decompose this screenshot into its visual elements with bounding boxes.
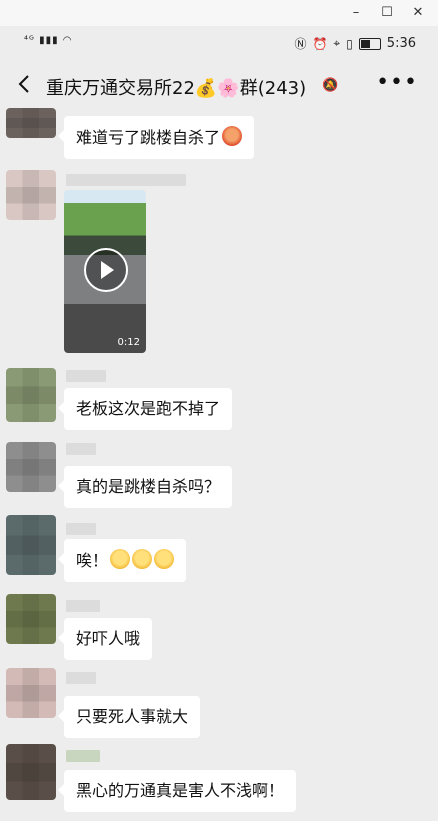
vibrate-icon: ▯ xyxy=(346,36,353,51)
message-bubble[interactable]: 老板这次是跑不掉了 xyxy=(57,388,233,430)
signal-icon: ⁴ᴳ ▮▮▮ ◠ xyxy=(24,35,73,46)
minimize-button[interactable]: – xyxy=(346,3,366,23)
video-duration: 0:12 xyxy=(117,337,140,348)
angry-face-icon xyxy=(132,549,153,569)
more-icon[interactable]: ••• xyxy=(376,70,418,95)
battery-icon xyxy=(358,37,381,50)
message-bubble[interactable]: 黑心的万通真是害人不浅啊！ xyxy=(57,770,297,812)
sender-name xyxy=(66,672,96,684)
window-titlebar: – ☐ ✕ xyxy=(0,0,438,26)
sender-name xyxy=(66,370,106,382)
angry-face-icon xyxy=(154,549,175,569)
message-bubble[interactable]: 真的是跳楼自杀吗？ xyxy=(57,466,233,508)
clock: 5:36 xyxy=(386,36,416,51)
angry-face-icon xyxy=(110,549,131,569)
sender-name xyxy=(66,600,100,612)
avatar[interactable] xyxy=(6,668,56,718)
sender-name xyxy=(66,523,96,535)
chevron-left-icon[interactable] xyxy=(14,73,36,95)
avatar[interactable] xyxy=(6,170,56,220)
face-emoji-icon xyxy=(222,126,243,146)
sender-name xyxy=(66,443,96,455)
avatar[interactable] xyxy=(6,515,56,575)
alarm-icon: ⏰ xyxy=(312,36,328,51)
sender-name xyxy=(66,174,186,186)
avatar[interactable] xyxy=(6,442,56,492)
nfc-icon: Ⓝ xyxy=(294,37,307,51)
chat-header: 重庆万通交易所22💰🌸群(243) 🔕 ••• xyxy=(0,60,438,110)
location-icon: ⌖ xyxy=(333,36,341,50)
message-bubble[interactable]: 唉！ xyxy=(57,539,187,582)
close-button[interactable]: ✕ xyxy=(408,3,428,23)
video-message[interactable]: 0:12 xyxy=(64,190,146,353)
avatar[interactable] xyxy=(6,108,56,138)
message-list[interactable]: 难道亏了跳楼自杀了 0:12 老板这次是跑不掉了 真的是跳楼自杀吗？ 唉！ 好吓… xyxy=(0,108,438,821)
message-bubble[interactable]: 难道亏了跳楼自杀了 xyxy=(57,116,255,159)
chat-title: 重庆万通交易所22💰🌸群(243) xyxy=(46,78,307,99)
sender-name xyxy=(66,750,100,762)
maximize-button[interactable]: ☐ xyxy=(377,3,397,23)
play-icon[interactable] xyxy=(84,248,128,292)
avatar[interactable] xyxy=(6,594,56,644)
avatar[interactable] xyxy=(6,368,56,422)
message-bubble[interactable]: 好吓人哦 xyxy=(57,618,153,660)
message-bubble[interactable]: 只要死人事就大 xyxy=(57,696,201,738)
avatar[interactable] xyxy=(6,744,56,800)
bell-muted-icon: 🔕 xyxy=(322,78,339,93)
status-bar: ⁴ᴳ ▮▮▮ ◠ Ⓝ ⏰ ⌖ ▯ 5:36 xyxy=(0,26,438,60)
